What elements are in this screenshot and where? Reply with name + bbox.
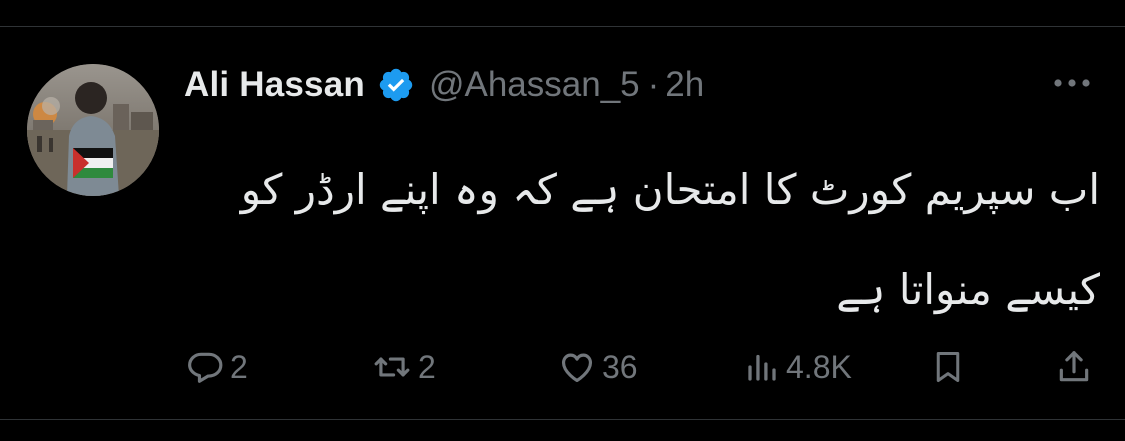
reply-button[interactable]: 2 (186, 342, 248, 392)
share-icon (1055, 348, 1093, 386)
more-options-icon[interactable] (1050, 68, 1094, 98)
avatar-image (27, 64, 159, 196)
views-button[interactable]: 4.8K (744, 342, 852, 392)
reply-count: 2 (230, 348, 248, 385)
views-chart-icon (744, 348, 780, 386)
bottom-divider (0, 419, 1125, 420)
avatar[interactable] (27, 64, 159, 196)
repost-count: 2 (418, 348, 436, 385)
timestamp[interactable]: 2h (665, 65, 704, 105)
tweet-text: اب سپریم کورٹ کا امتحان ہے کہ وہ اپنے ار… (240, 165, 1100, 314)
like-button[interactable]: 36 (558, 342, 638, 392)
bookmark-button[interactable] (930, 342, 966, 392)
like-count: 36 (602, 348, 638, 385)
verified-badge-icon (377, 66, 415, 104)
separator-dot: · (647, 65, 660, 104)
share-button[interactable] (1055, 342, 1093, 392)
top-divider (0, 26, 1125, 27)
author-display-name[interactable]: Ali Hassan (184, 65, 365, 105)
reply-icon (186, 348, 224, 386)
repost-button[interactable]: 2 (372, 342, 436, 392)
bookmark-icon (930, 348, 966, 386)
heart-icon (558, 348, 596, 386)
views-count: 4.8K (786, 348, 852, 385)
tweet-actions: 2 2 36 4.8K (0, 342, 1125, 392)
repost-icon (372, 348, 412, 386)
tweet-header: Ali Hassan @Ahassan_5 · 2h (184, 62, 704, 108)
author-handle[interactable]: @Ahassan_5 (429, 65, 640, 105)
